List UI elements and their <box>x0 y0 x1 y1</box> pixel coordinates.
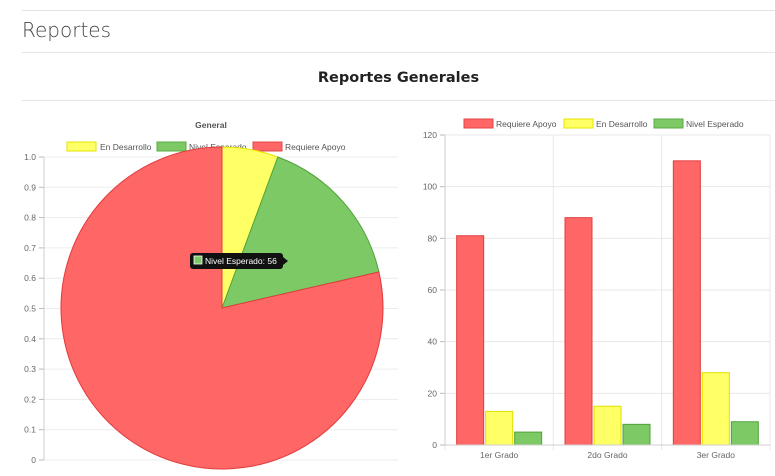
pie-y-tick-label: 0.2 <box>24 394 36 404</box>
pie-y-tick-label: 1.0 <box>24 152 36 162</box>
pie-y-tick-label: 0.3 <box>24 364 36 374</box>
section-divider <box>22 100 775 101</box>
bar-en-desarrollo-3er-grado[interactable] <box>701 372 730 446</box>
bar-y-tick-label: 80 <box>428 233 438 243</box>
title-divider <box>22 52 775 53</box>
legend-label-en-desarrollo: En Desarrollo <box>100 142 152 152</box>
legend-swatch-nivel-esperado <box>156 141 187 152</box>
bar-y-tick-label: 100 <box>423 182 437 192</box>
pie-chart-card: General En Desarrollo Nivel Esperado Req… <box>0 110 410 471</box>
legend-swatch-en-desarrollo <box>563 118 594 129</box>
legend-swatch-en-desarrollo <box>66 141 97 152</box>
bar-y-tick-label: 40 <box>428 337 438 347</box>
pie-y-tick-label: 0 <box>31 455 36 465</box>
pie-y-tick-label: 0.4 <box>24 334 36 344</box>
pie-tooltip: Nivel Esperado: 56 <box>190 253 288 269</box>
bar-y-tick-label: 60 <box>428 285 438 295</box>
bar-legend-item-requiere-apoyo[interactable]: Requiere Apoyo <box>463 118 557 129</box>
bar-y-tick-label: 0 <box>432 440 437 450</box>
pie-y-tick-label: 0.7 <box>24 243 36 253</box>
tooltip-text: Nivel Esperado: 56 <box>205 256 277 266</box>
pie-chart[interactable]: General En Desarrollo Nivel Esperado Req… <box>0 110 410 471</box>
tooltip-swatch <box>193 255 203 265</box>
bar-en-desarrollo-2do-grado[interactable] <box>593 405 622 446</box>
bar-legend-item-nivel-esperado[interactable]: Nivel Esperado <box>653 118 744 129</box>
legend-label-requiere-apoyo: Requiere Apoyo <box>496 119 557 129</box>
bar-y-tick-label: 20 <box>428 388 438 398</box>
bar-legend-item-en-desarrollo[interactable]: En Desarrollo <box>563 118 648 129</box>
bar-x-tick-label: 3er Grado <box>697 450 736 460</box>
bar-requiere-apoyo-3er-grado[interactable] <box>672 160 701 446</box>
legend-label-requiere-apoyo: Requiere Apoyo <box>285 142 346 152</box>
legend-swatch-requiere-apoyo <box>463 118 494 129</box>
bar-requiere-apoyo-2do-grado[interactable] <box>564 217 593 446</box>
bar-x-tick-label: 1er Grado <box>480 450 519 460</box>
bar-nivel-esperado-1er-grado[interactable] <box>514 431 543 446</box>
section-title: Reportes Generales <box>317 70 480 86</box>
legend-label-en-desarrollo: En Desarrollo <box>596 119 648 129</box>
pie-legend-item-en-desarrollo[interactable]: En Desarrollo <box>66 141 152 152</box>
bar-legend: Requiere Apoyo En Desarrollo Nivel Esper… <box>463 118 744 129</box>
bar-series <box>456 160 759 446</box>
pie-legend-item-requiere-apoyo[interactable]: Requiere Apoyo <box>252 141 346 152</box>
pie-y-tick-label: 0.1 <box>24 425 36 435</box>
bar-nivel-esperado-2do-grado[interactable] <box>622 423 651 446</box>
page-title: Reportes <box>22 18 112 42</box>
top-divider <box>22 10 775 11</box>
pie-y-tick-label: 0.5 <box>24 304 36 314</box>
pie-y-tick-label: 0.8 <box>24 213 36 223</box>
bar-chart-card: Requiere Apoyo En Desarrollo Nivel Esper… <box>400 110 775 471</box>
pie-y-tick-label: 0.6 <box>24 273 36 283</box>
bar-y-tick-label: 120 <box>423 130 437 140</box>
pie-y-tick-label: 0.9 <box>24 182 36 192</box>
bar-x-tick-label: 2do Grado <box>587 450 627 460</box>
bar-requiere-apoyo-1er-grado[interactable] <box>456 235 485 446</box>
legend-label-nivel-esperado: Nivel Esperado <box>686 119 744 129</box>
pie-slices <box>60 146 384 470</box>
bar-chart[interactable]: Requiere Apoyo En Desarrollo Nivel Esper… <box>400 110 775 471</box>
legend-swatch-nivel-esperado <box>653 118 684 129</box>
bar-en-desarrollo-1er-grado[interactable] <box>485 410 514 446</box>
legend-swatch-requiere-apoyo <box>252 141 283 152</box>
bar-nivel-esperado-3er-grado[interactable] <box>730 421 759 446</box>
pie-chart-title: General <box>195 120 227 130</box>
